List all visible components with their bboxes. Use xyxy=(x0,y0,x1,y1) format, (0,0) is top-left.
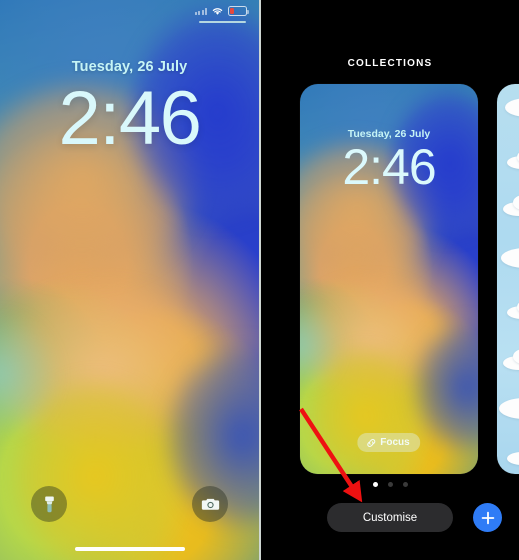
page-dots xyxy=(261,482,519,487)
camera-icon xyxy=(201,498,219,510)
wallpaper-next-card[interactable] xyxy=(497,84,519,474)
preview-card-time: 2:46 xyxy=(342,139,436,195)
page-dot-1[interactable] xyxy=(372,482,378,487)
clouds-wallpaper xyxy=(497,84,519,474)
cloud-shape xyxy=(501,248,519,268)
lock-screen-panel: Tuesday, 26 July 2:46 xyxy=(0,0,259,560)
battery-low-icon xyxy=(228,6,249,16)
cloud-shape xyxy=(499,398,519,419)
collections-heading: COLLECTIONS xyxy=(347,58,433,69)
screenshot-root: Tuesday, 26 July 2:46 COLLECTIONS Tuesda… xyxy=(0,0,519,560)
page-dot-2[interactable] xyxy=(387,482,393,487)
plus-icon xyxy=(481,511,494,524)
lock-screen-date: Tuesday, 26 July xyxy=(71,59,188,75)
focus-pill[interactable]: Focus xyxy=(357,433,421,452)
status-bar xyxy=(194,6,249,16)
camera-button[interactable] xyxy=(192,486,228,522)
cloud-shape xyxy=(505,98,519,117)
panel-divider xyxy=(259,0,261,560)
add-wallpaper-button[interactable] xyxy=(473,503,502,532)
link-icon xyxy=(367,438,376,447)
lock-screen-time: 2:46 xyxy=(58,76,202,161)
customise-button[interactable]: Customise xyxy=(327,503,453,532)
page-dot-3[interactable] xyxy=(402,482,408,487)
home-indicator xyxy=(74,547,185,551)
wifi-icon xyxy=(212,8,223,15)
wallpaper-preview-card[interactable]: Tuesday, 26 July 2:46 Focus xyxy=(300,84,478,474)
cloud-shape xyxy=(507,452,519,465)
focus-label: Focus xyxy=(380,437,410,448)
flashlight-icon xyxy=(44,496,54,512)
status-bar-underline xyxy=(199,21,246,23)
cellular-signal-icon xyxy=(194,7,207,15)
wallpaper-gallery-panel: COLLECTIONS Tuesday, 26 July 2:46 Focus xyxy=(261,0,519,560)
flashlight-button[interactable] xyxy=(31,486,67,522)
